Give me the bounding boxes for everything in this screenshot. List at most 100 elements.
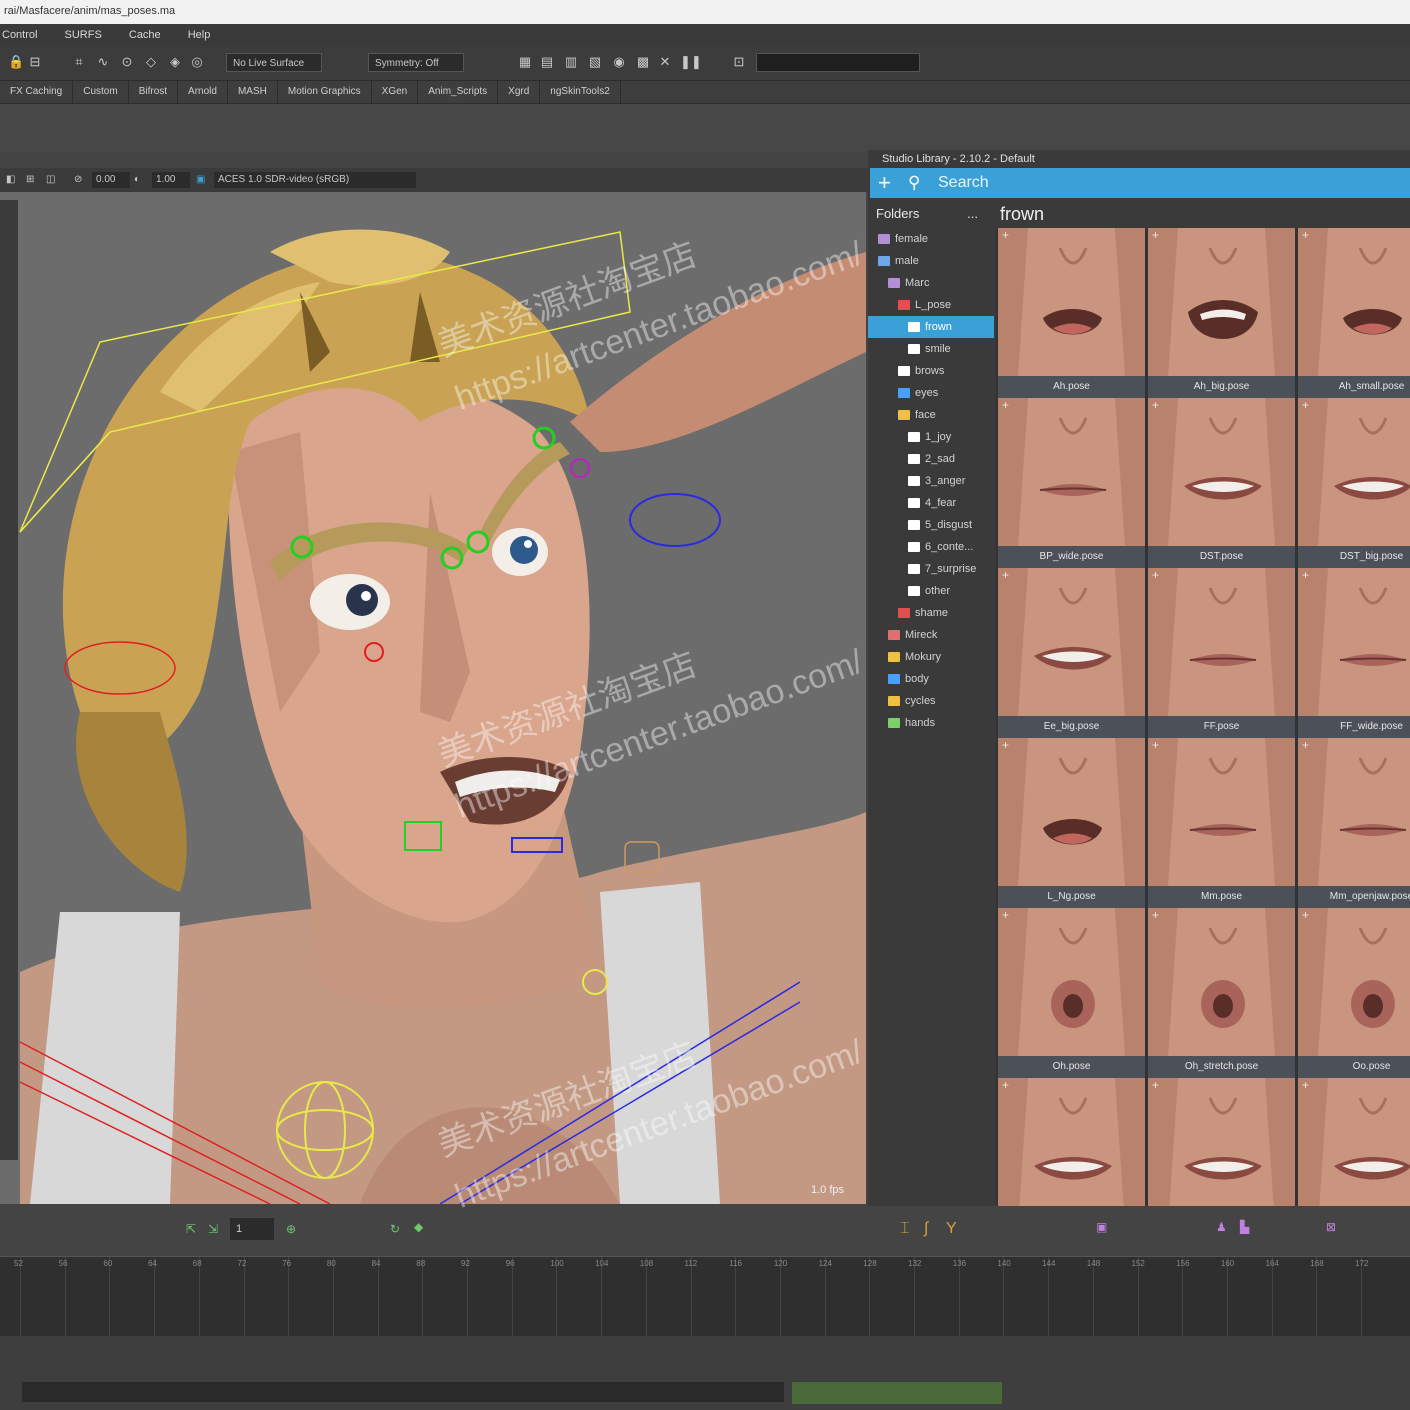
pose-add-icon[interactable]: + [1152,228,1159,242]
folder-tree-item[interactable]: face [868,404,994,426]
tween-machine-icon[interactable]: ▣ [1096,1220,1107,1234]
lock-icon[interactable]: 🔒 [8,55,24,69]
pose-add-icon[interactable]: + [1002,568,1009,582]
folder-tree-item[interactable]: body [868,668,994,690]
pose-add-icon[interactable]: + [1302,738,1309,752]
folder-tree-item[interactable]: eyes [868,382,994,404]
cycle-icon[interactable]: ↻ [390,1222,400,1236]
pose-tile[interactable]: + Mm.pose [1148,738,1295,908]
pose-add-icon[interactable]: + [1152,908,1159,922]
snap-live-icon[interactable]: ◎ [190,55,204,69]
tab-xgen[interactable]: XGen [372,81,419,103]
snap-view-icon[interactable]: ◇ [144,55,158,69]
symmetry-dropdown[interactable]: Symmetry: Off [368,53,464,72]
folders-menu-button[interactable]: ... [967,200,978,228]
camera-icon[interactable]: ◧ [6,168,15,192]
tab-motion-graphics[interactable]: Motion Graphics [278,81,372,103]
pose-tile[interactable]: + [1148,1078,1295,1206]
range-slider[interactable] [22,1382,784,1402]
pose-add-icon[interactable]: + [1002,1078,1009,1092]
pose-tile[interactable]: + Ah_big.pose [1148,228,1295,398]
folder-tree-item[interactable]: other [868,580,994,602]
pose-add-icon[interactable]: + [1302,228,1309,242]
key-tangent-2-icon[interactable]: ⇲ [208,1222,218,1236]
diamond-key-icon[interactable]: ◆ [414,1220,423,1234]
render-icon[interactable]: ▦ [518,55,532,69]
menu-item-help[interactable]: Help [188,29,211,41]
search-input[interactable]: Search [938,168,1398,198]
folder-tree-item[interactable]: shame [868,602,994,624]
pose-add-icon[interactable]: + [1302,568,1309,582]
snap-grid-icon[interactable]: ⌗ [72,55,86,69]
menu-item-cache[interactable]: Cache [129,29,161,41]
exposure-field[interactable]: 0.00 [92,172,130,188]
pose-add-icon[interactable]: + [1152,568,1159,582]
folder-tree-item[interactable]: hands [868,712,994,734]
pose-tile[interactable]: + Oh_stretch.pose [1148,908,1295,1078]
pose-tile[interactable]: + Ee_big.pose [998,568,1145,738]
pose-add-icon[interactable]: + [1152,738,1159,752]
live-surface-field[interactable]: No Live Surface [226,53,322,72]
folder-tree-item[interactable]: 6_conte... [868,536,994,558]
pose-add-icon[interactable]: + [1002,908,1009,922]
snap-curve-icon[interactable]: ∿ [96,55,110,69]
pose-tile[interactable]: + [998,1078,1145,1206]
folder-tree-item[interactable]: cycles [868,690,994,712]
pose-tile[interactable]: + DST.pose [1148,398,1295,568]
gamma-icon[interactable]: ◐ [134,168,140,192]
tab-mash[interactable]: MASH [228,81,278,103]
pose-tile[interactable]: + Ah.pose [998,228,1145,398]
folder-tree-item[interactable]: female [868,228,994,250]
bookmark-icon[interactable]: ▙ [1240,1220,1249,1234]
folder-tree-item[interactable]: Marc [868,272,994,294]
menu-item-surfs[interactable]: SURFS [65,29,102,41]
folder-tree-item[interactable]: 1_joy [868,426,994,448]
current-frame-field[interactable]: 1 [230,1218,274,1240]
pose-tile[interactable]: + Oo.pose [1298,908,1410,1078]
time-slider[interactable]: 52 56 60 64 68 72 76 80 84 88 92 96 100 104 108 112 116 1… [0,1256,1410,1337]
tab-bifrost[interactable]: Bifrost [129,81,179,103]
folder-tree-item[interactable]: male [868,250,994,272]
gamma-field[interactable]: 1.00 [152,172,190,188]
tool-settings-icon[interactable]: ✕ [658,55,672,69]
pose-add-icon[interactable]: + [1302,908,1309,922]
folder-tree-item[interactable]: Mokury [868,646,994,668]
hypershade-icon[interactable]: ▧ [588,55,602,69]
tangent-flat-icon[interactable]: Y [946,1220,957,1238]
view-transform-dropdown[interactable]: ACES 1.0 SDR-video (sRGB) [214,172,416,188]
key-tangent-icon[interactable]: ⇱ [186,1222,196,1236]
tab-ngskintools[interactable]: ngSkinTools2 [540,81,621,103]
pose-add-icon[interactable]: + [1302,1078,1309,1092]
command-input[interactable] [756,53,920,72]
3d-viewport[interactable]: 1.0 fps [0,192,866,1204]
render-settings-icon[interactable]: ▥ [564,55,578,69]
arnold-render-icon[interactable]: ◉ [612,55,626,69]
pose-tile[interactable]: + BP_wide.pose [998,398,1145,568]
pose-tile[interactable]: + DST_big.pose [1298,398,1410,568]
tab-custom[interactable]: Custom [73,81,129,103]
set-key-icon[interactable]: ⊕ [286,1222,296,1236]
pose-tile[interactable]: + FF_wide.pose [1298,568,1410,738]
ipr-render-icon[interactable]: ▤ [540,55,554,69]
folder-tree-item[interactable]: 4_fear [868,492,994,514]
isolate-icon[interactable]: ◫ [46,168,55,192]
tangent-linear-icon[interactable]: ⌶ [900,1220,910,1238]
folder-tree-item[interactable]: smile [868,338,994,360]
pose-tile[interactable]: + Mm_openjaw.pose [1298,738,1410,908]
pose-add-icon[interactable]: + [1152,1078,1159,1092]
pose-add-icon[interactable]: + [1002,398,1009,412]
arnold-ipr-icon[interactable]: ▩ [636,55,650,69]
pose-tile[interactable]: + FF.pose [1148,568,1295,738]
grid-icon[interactable]: ⊞ [26,168,34,192]
add-item-icon[interactable]: + [878,168,891,198]
pose-tile[interactable]: + Oh.pose [998,908,1145,1078]
anim-layer-bar[interactable] [792,1382,1002,1404]
snap-point-icon[interactable]: ⊙ [120,55,134,69]
color-management-icon[interactable]: ▣ [196,168,205,192]
pause-icon[interactable]: ❚❚ [680,55,702,69]
tab-xgrd[interactable]: Xgrd [498,81,541,103]
snap-surface-icon[interactable]: ◈ [168,55,182,69]
folder-tree-item[interactable]: Mireck [868,624,994,646]
tangent-spline-icon[interactable]: ∫ [924,1220,928,1238]
folder-tree-item[interactable]: 2_sad [868,448,994,470]
